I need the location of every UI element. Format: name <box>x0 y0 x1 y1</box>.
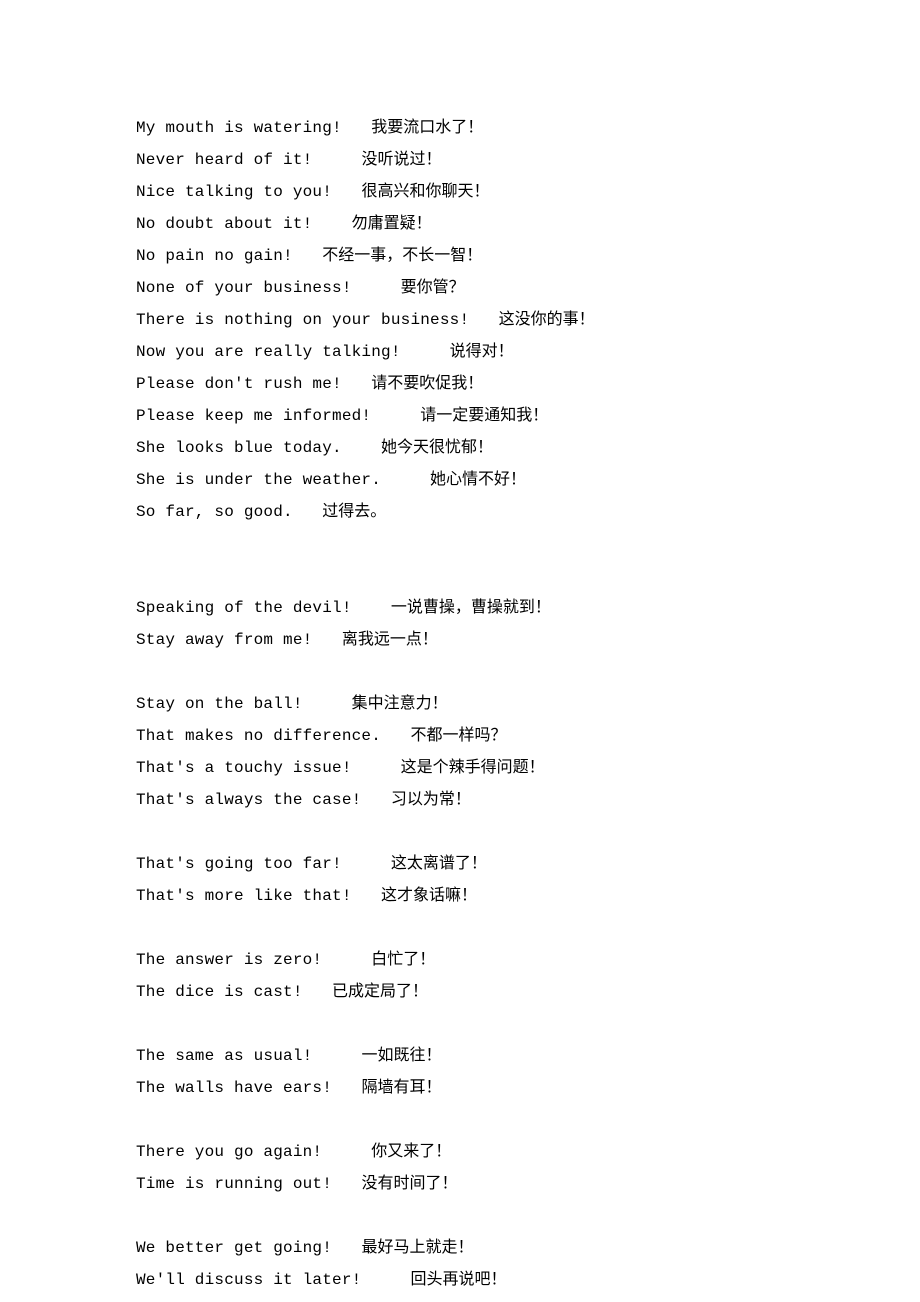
chinese-text: 已成定局了！ <box>332 983 428 1000</box>
english-text: The same as usual! <box>136 1047 361 1065</box>
chinese-text: 没有时间了！ <box>361 1175 457 1192</box>
blank-line <box>136 816 786 848</box>
phrase-line: We better get going! 最好马上就走！ <box>136 1232 786 1264</box>
phrase-line: Nice talking to you! 很高兴和你聊天！ <box>136 176 786 208</box>
english-text: So far, so good. <box>136 503 322 521</box>
chinese-text: 这是个辣手得问题！ <box>401 759 545 776</box>
english-text: There is nothing on your business! <box>136 311 499 329</box>
english-text: That's always the case! <box>136 791 391 809</box>
chinese-text: 她心情不好！ <box>430 471 526 488</box>
english-text: She looks blue today. <box>136 439 381 457</box>
phrase-line: We'll discuss it later! 回头再说吧！ <box>136 1264 786 1296</box>
phrase-line: That's a touchy issue! 这是个辣手得问题！ <box>136 752 786 784</box>
phrase-line: Now you are really talking! 说得对！ <box>136 336 786 368</box>
phrase-line: She looks blue today. 她今天很忧郁！ <box>136 432 786 464</box>
english-text: Stay away from me! <box>136 631 342 649</box>
phrase-line: My mouth is watering! 我要流口水了！ <box>136 112 786 144</box>
phrase-line: Time is running out! 没有时间了！ <box>136 1168 786 1200</box>
english-text: Now you are really talking! <box>136 343 450 361</box>
english-text: The answer is zero! <box>136 951 371 969</box>
english-text: Never heard of it! <box>136 151 361 169</box>
phrase-line: Please don't rush me! 请不要吹促我！ <box>136 368 786 400</box>
english-text: That makes no difference. <box>136 727 410 745</box>
chinese-text: 一如既往！ <box>361 1047 441 1064</box>
phrase-line: That's going too far! 这太离谱了！ <box>136 848 786 880</box>
blank-line <box>136 1104 786 1136</box>
blank-line <box>136 528 786 560</box>
chinese-text: 这没你的事！ <box>499 311 595 328</box>
phrase-line: The dice is cast! 已成定局了！ <box>136 976 786 1008</box>
chinese-text: 离我远一点！ <box>342 631 438 648</box>
english-text: She is under the weather. <box>136 471 430 489</box>
english-text: We better get going! <box>136 1239 361 1257</box>
chinese-text: 我要流口水了！ <box>371 119 483 136</box>
phrase-line: Please keep me informed! 请一定要通知我！ <box>136 400 786 432</box>
blank-line <box>136 1008 786 1040</box>
phrase-line: Speaking of the devil! 一说曹操，曹操就到！ <box>136 592 786 624</box>
english-text: No doubt about it! <box>136 215 352 233</box>
english-text: Time is running out! <box>136 1175 361 1193</box>
chinese-text: 最好马上就走！ <box>361 1239 473 1256</box>
phrase-line: There is nothing on your business! 这没你的事… <box>136 304 786 336</box>
phrase-line: Stay away from me! 离我远一点！ <box>136 624 786 656</box>
english-text: The dice is cast! <box>136 983 332 1001</box>
phrase-line: No doubt about it! 勿庸置疑！ <box>136 208 786 240</box>
phrase-line: That's more like that! 这才象话嘛！ <box>136 880 786 912</box>
english-text: Nice talking to you! <box>136 183 361 201</box>
english-text: Speaking of the devil! <box>136 599 391 617</box>
phrase-line: She is under the weather. 她心情不好！ <box>136 464 786 496</box>
chinese-text: 说得对！ <box>450 343 514 360</box>
chinese-text: 请不要吹促我！ <box>371 375 483 392</box>
chinese-text: 不都一样吗？ <box>410 727 506 744</box>
document-body: My mouth is watering! 我要流口水了！Never heard… <box>0 0 786 1296</box>
english-text: Stay on the ball! <box>136 695 352 713</box>
english-text: Please don't rush me! <box>136 375 371 393</box>
chinese-text: 这太离谱了！ <box>391 855 487 872</box>
english-text: The walls have ears! <box>136 1079 361 1097</box>
phrase-line: The same as usual! 一如既往！ <box>136 1040 786 1072</box>
chinese-text: 请一定要通知我！ <box>420 407 548 424</box>
phrase-line: The walls have ears! 隔墙有耳！ <box>136 1072 786 1104</box>
chinese-text: 过得去。 <box>322 503 386 520</box>
english-text: None of your business! <box>136 279 401 297</box>
chinese-text: 一说曹操，曹操就到！ <box>391 599 551 616</box>
english-text: That's going too far! <box>136 855 391 873</box>
blank-line <box>136 1200 786 1232</box>
chinese-text: 回头再说吧！ <box>410 1271 506 1288</box>
phrase-line: That's always the case! 习以为常！ <box>136 784 786 816</box>
chinese-text: 不经一事，不长一智！ <box>322 247 482 264</box>
phrase-line: Stay on the ball! 集中注意力！ <box>136 688 786 720</box>
phrase-line: Never heard of it! 没听说过！ <box>136 144 786 176</box>
english-text: Please keep me informed! <box>136 407 420 425</box>
chinese-text: 隔墙有耳！ <box>361 1079 441 1096</box>
english-text: My mouth is watering! <box>136 119 371 137</box>
chinese-text: 勿庸置疑！ <box>352 215 432 232</box>
english-text: There you go again! <box>136 1143 371 1161</box>
english-text: That's a touchy issue! <box>136 759 401 777</box>
phrase-line: So far, so good. 过得去。 <box>136 496 786 528</box>
chinese-text: 没听说过！ <box>361 151 441 168</box>
phrase-line: There you go again! 你又来了！ <box>136 1136 786 1168</box>
phrase-line: The answer is zero! 白忙了！ <box>136 944 786 976</box>
blank-line <box>136 656 786 688</box>
chinese-text: 她今天很忧郁！ <box>381 439 493 456</box>
english-text: No pain no gain! <box>136 247 322 265</box>
chinese-text: 你又来了！ <box>371 1143 451 1160</box>
phrase-line: None of your business! 要你管？ <box>136 272 786 304</box>
blank-line <box>136 560 786 592</box>
chinese-text: 集中注意力！ <box>352 695 448 712</box>
english-text: We'll discuss it later! <box>136 1271 410 1289</box>
blank-line <box>136 912 786 944</box>
chinese-text: 这才象话嘛！ <box>381 887 477 904</box>
chinese-text: 要你管？ <box>401 279 465 296</box>
english-text: That's more like that! <box>136 887 381 905</box>
phrase-line: That makes no difference. 不都一样吗？ <box>136 720 786 752</box>
chinese-text: 白忙了！ <box>371 951 435 968</box>
phrase-line: No pain no gain! 不经一事，不长一智！ <box>136 240 786 272</box>
chinese-text: 习以为常！ <box>391 791 471 808</box>
chinese-text: 很高兴和你聊天！ <box>361 183 489 200</box>
